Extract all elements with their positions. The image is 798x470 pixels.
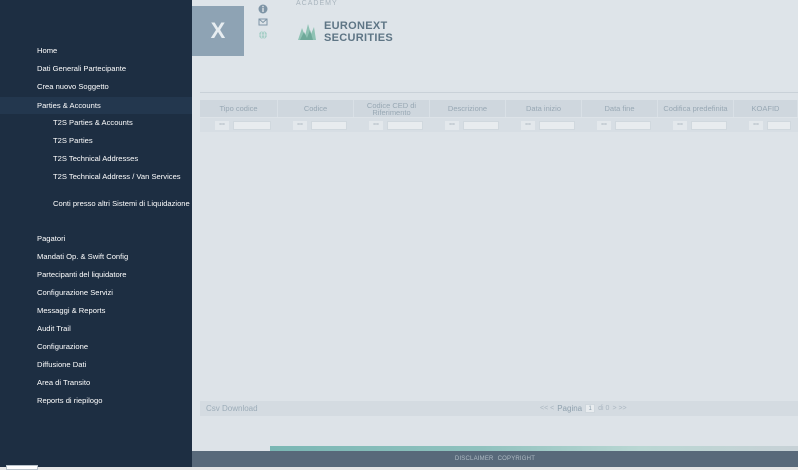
pager: << < Pagina 1 di 0 > >> — [540, 404, 627, 413]
mail-icon[interactable] — [258, 17, 268, 27]
bottom-bar: DISCLAIMER COPYRIGHT — [192, 451, 798, 467]
disclaimer-link[interactable]: DISCLAIMER — [455, 456, 494, 462]
filter-operator[interactable]: == — [597, 120, 611, 130]
filter-cell-codifica-predefinita: == — [658, 118, 734, 132]
sidebar-item-configurazione-servizi[interactable]: Configurazione Servizi — [0, 288, 192, 297]
sidebar-item-messaggi-reports[interactable]: Messaggi & Reports — [0, 306, 192, 315]
logo-line2: SECURITIES — [324, 32, 394, 44]
header-caption: ACADEMY — [296, 0, 338, 7]
app-tile[interactable]: X — [192, 6, 244, 56]
header-divider — [200, 92, 798, 93]
table-header: Tipo codice Codice Codice CED di Riferimen… — [200, 100, 798, 117]
filter-operator[interactable]: == — [673, 120, 687, 130]
euronext-logo[interactable]: EURONEXT SECURITIES — [296, 20, 393, 44]
sidebar-item-audit-trail[interactable]: Audit Trail — [0, 324, 192, 333]
sidebar-item-conti-altri-sistemi[interactable]: Conti presso altri Sistemi di Liquidazio… — [0, 199, 192, 217]
column-header-koafid[interactable]: KOAFID — [734, 100, 798, 117]
filter-input[interactable] — [767, 120, 791, 130]
sidebar-item-reports-riepilogo[interactable]: Reports di riepilogo — [0, 396, 192, 405]
column-header-descrizione[interactable]: Descrizione — [430, 100, 506, 117]
scrollbar-thumb[interactable] — [6, 465, 38, 470]
sidebar-item-t2s-technical-address-van[interactable]: T2S Technical Address / Van Services — [0, 172, 192, 190]
sidebar-item-area-transito[interactable]: Area di Transito — [0, 378, 192, 387]
filter-operator[interactable]: == — [215, 120, 229, 130]
filter-operator[interactable]: == — [749, 120, 763, 130]
filter-input[interactable] — [539, 120, 575, 130]
csv-download-link[interactable]: Csv Download — [206, 404, 258, 413]
filter-row: == == == == == == == == — [200, 118, 798, 132]
filter-input[interactable] — [387, 120, 423, 130]
filter-cell-descrizione: == — [430, 118, 506, 132]
pager-label: Pagina — [557, 404, 583, 413]
sidebar-item-diffusione-dati[interactable]: Diffusione Dati — [0, 360, 192, 369]
filter-input[interactable] — [311, 120, 347, 130]
sidebar-item-t2s-parties[interactable]: T2S Parties — [0, 136, 192, 145]
pager-prev-buttons[interactable]: << < — [540, 405, 554, 412]
header — [192, 0, 798, 90]
euronext-leaf-icon — [298, 24, 316, 40]
filter-operator[interactable]: == — [521, 120, 535, 130]
column-header-tipo-codice[interactable]: Tipo codice — [200, 100, 278, 117]
column-header-codice-ced[interactable]: Codice CED di Riferimento — [354, 100, 430, 117]
filter-cell-codice: == — [278, 118, 354, 132]
copyright-link[interactable]: COPYRIGHT — [498, 456, 535, 462]
sidebar-item-pagatori[interactable]: Pagatori — [0, 234, 192, 243]
column-header-codifica-predefinita[interactable]: Codifica predefinita — [658, 100, 734, 117]
sidebar-item-parties-accounts[interactable]: Parties & Accounts — [0, 97, 192, 114]
table-footer: Csv Download << < Pagina 1 di 0 > >> — [200, 401, 798, 416]
column-header-codice[interactable]: Codice — [278, 100, 354, 117]
column-header-data-inizio[interactable]: Data inizio — [506, 100, 582, 117]
sidebar-item-mandati-swift[interactable]: Mandati Op. & Swift Config — [0, 252, 192, 261]
pager-total: di 0 — [598, 405, 610, 412]
filter-input[interactable] — [463, 120, 499, 130]
pager-next-buttons[interactable]: > >> — [612, 405, 626, 412]
filter-cell-data-inizio: == — [506, 118, 582, 132]
sidebar-item-t2s-parties-accounts[interactable]: T2S Parties & Accounts — [0, 118, 192, 127]
sidebar-item-configurazione[interactable]: Configurazione — [0, 342, 192, 351]
globe-icon[interactable] — [258, 30, 268, 40]
filter-operator[interactable]: == — [369, 120, 383, 130]
table-body — [200, 133, 798, 401]
filter-input[interactable] — [233, 120, 271, 130]
sidebar-item-t2s-technical-addresses[interactable]: T2S Technical Addresses — [0, 154, 192, 163]
filter-cell-data-fine: == — [582, 118, 658, 132]
filter-operator[interactable]: == — [293, 120, 307, 130]
filter-cell-codice-ced: == — [354, 118, 430, 132]
filter-input[interactable] — [615, 120, 651, 130]
sidebar: Home Dati Generali Partecipante Crea nuovo… — [0, 0, 192, 467]
filter-cell-koafid: == — [734, 118, 798, 132]
sidebar-item-partecipanti-liquidatore[interactable]: Partecipanti del liquidatore — [0, 270, 192, 279]
header-icons — [256, 4, 270, 40]
sidebar-item-dati-generali[interactable]: Dati Generali Partecipante — [0, 64, 192, 73]
sidebar-item-crea-soggetto[interactable]: Crea nuovo Soggetto — [0, 82, 192, 91]
sidebar-item-home[interactable]: Home — [0, 46, 192, 55]
filter-cell-tipo-codice: == — [200, 118, 278, 132]
filter-input[interactable] — [691, 120, 727, 130]
info-icon[interactable] — [258, 4, 268, 14]
filter-operator[interactable]: == — [445, 120, 459, 130]
column-header-data-fine[interactable]: Data fine — [582, 100, 658, 117]
page-number-input[interactable]: 1 — [585, 404, 596, 413]
logo-line1: EURONEXT — [324, 20, 388, 32]
